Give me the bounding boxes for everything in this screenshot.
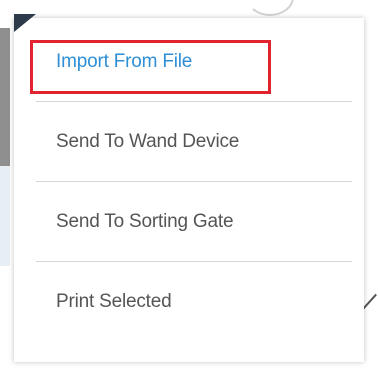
- screen: Import From File Send To Wand Device Sen…: [0, 0, 378, 375]
- menu-item-send-to-sorting-gate[interactable]: Send To Sorting Gate: [22, 182, 352, 261]
- menu-item-label: Send To Sorting Gate: [56, 210, 234, 232]
- menu-item-label: Send To Wand Device: [56, 130, 240, 152]
- menu-item-label: Import From File: [56, 50, 193, 72]
- context-menu: Import From File Send To Wand Device Sen…: [22, 22, 352, 341]
- background-blue-panel: [0, 166, 10, 266]
- menu-item-print-selected[interactable]: Print Selected: [22, 262, 352, 341]
- menu-item-send-to-wand-device[interactable]: Send To Wand Device: [22, 102, 352, 181]
- menu-item-import-from-file[interactable]: Import From File: [22, 22, 352, 101]
- menu-item-label: Print Selected: [56, 290, 172, 312]
- background-circle-button: [246, 0, 294, 16]
- background-gray-bar: [0, 28, 10, 166]
